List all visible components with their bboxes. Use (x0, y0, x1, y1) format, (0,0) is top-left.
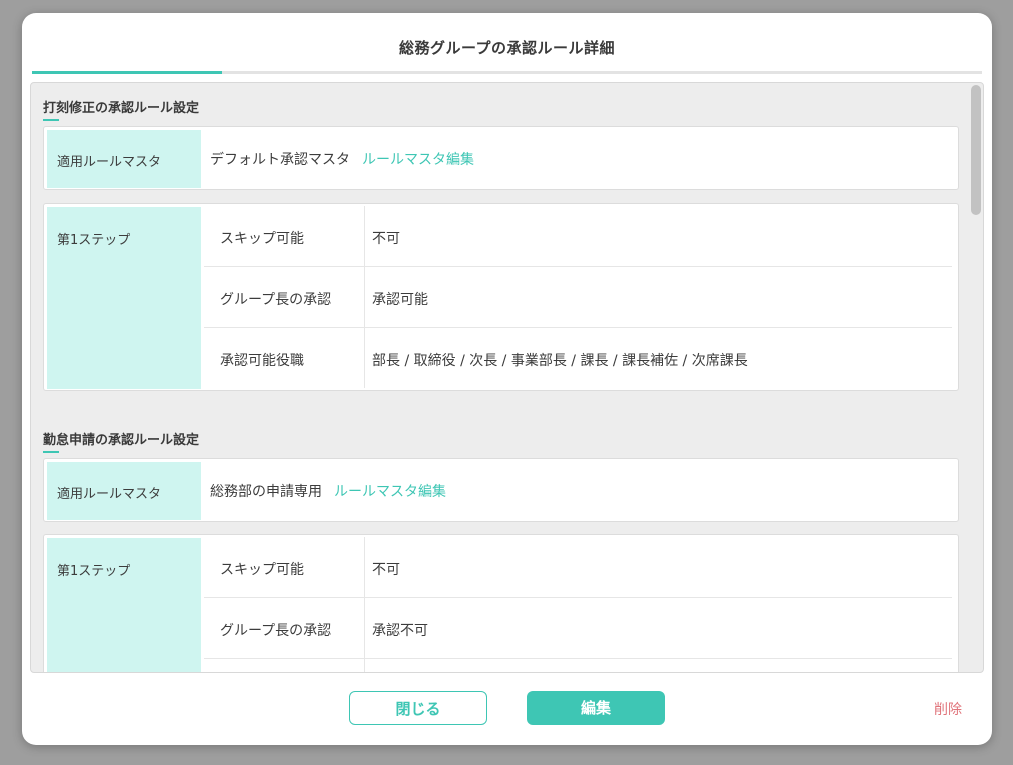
master-value: デフォルト承認マスタ (210, 152, 350, 168)
section-title-accent (43, 119, 59, 121)
section-title-attendance-request: 勤怠申請の承認ルール設定 (43, 429, 200, 453)
step-row-value: 承認不可 (372, 623, 428, 639)
step-row: スキップ可能 不可 (204, 537, 952, 598)
step-row: グループ長の承認 承認可能 (204, 267, 952, 328)
step-row-value: 部長 / 取締役 / 次長 / 事業部長 / 課長 / 課長補佐 / 次席課長 (372, 353, 748, 369)
section-title-timestamp-correction: 打刻修正の承認ルール設定 (43, 97, 200, 121)
section-title-accent (43, 451, 59, 453)
master-label-cell: 適用ルールマスタ (47, 130, 201, 188)
step-card: 第1ステップ スキップ可能 不可 グループ長の承認 承認不可 (43, 534, 959, 672)
step-label-cell: 第1ステップ (47, 207, 201, 389)
title-underline (32, 71, 982, 74)
step-row-divider (364, 537, 365, 597)
edit-button[interactable]: 編集 (527, 691, 665, 725)
close-button[interactable]: 閉じる (349, 691, 487, 725)
master-value: 総務部の申請専用 (210, 484, 322, 500)
master-label-cell: 適用ルールマスタ (47, 462, 201, 520)
step-row-divider (364, 659, 365, 672)
modal-title: 総務グループの承認ルール詳細 (398, 39, 616, 57)
rule-master-edit-link[interactable]: ルールマスタ編集 (362, 152, 474, 168)
step-row-divider (364, 328, 365, 388)
step-row: 承認可能役職 部長 / 取締役 / 次長 / 事業部長 / 課長 / 課長補佐 … (204, 328, 952, 388)
master-value-group: デフォルト承認マスタ ルールマスタ編集 (210, 149, 474, 169)
step-label-cell: 第1ステップ (47, 538, 201, 672)
step-label: 第1ステップ (57, 233, 131, 248)
master-card: 適用ルールマスタ 総務部の申請専用 ルールマスタ編集 (43, 458, 959, 522)
step-row-key: 承認可能役職 (220, 353, 304, 369)
title-underline-accent (32, 71, 222, 74)
master-label: 適用ルールマスタ (57, 155, 162, 170)
master-label: 適用ルールマスタ (57, 487, 162, 502)
step-row: スキップ可能 不可 (204, 206, 952, 267)
section-title-text: 勤怠申請の承認ルール設定 (43, 433, 200, 448)
step-row-key: スキップ可能 (220, 562, 304, 578)
scroll-panel[interactable]: 打刻修正の承認ルール設定 適用ルールマスタ デフォルト承認マスタ ルールマスタ編集… (30, 82, 984, 673)
step-row-value: 承認可能 (372, 292, 428, 308)
step-row-divider (364, 206, 365, 266)
step-row-divider (364, 598, 365, 658)
step-card: 第1ステップ スキップ可能 不可 グループ長の承認 承認可能 承認可能役職 部長… (43, 203, 959, 391)
step-row-value: 不可 (372, 562, 400, 578)
step-row: グループ長の承認 承認不可 (204, 598, 952, 659)
approval-rule-detail-modal: 総務グループの承認ルール詳細 打刻修正の承認ルール設定 適用ルールマスタ デフォ… (22, 13, 992, 745)
delete-link[interactable]: 削除 (934, 699, 962, 719)
rule-master-edit-link[interactable]: ルールマスタ編集 (334, 484, 446, 500)
step-row-value: 不可 (372, 231, 400, 247)
master-card: 適用ルールマスタ デフォルト承認マスタ ルールマスタ編集 (43, 126, 959, 190)
step-row-key: グループ長の承認 (220, 623, 332, 639)
step-label: 第1ステップ (57, 564, 131, 579)
master-value-group: 総務部の申請専用 ルールマスタ編集 (210, 481, 446, 501)
scrollbar-thumb[interactable] (971, 85, 981, 215)
step-row-key: スキップ可能 (220, 231, 304, 247)
step-row-divider (364, 267, 365, 327)
step-row (204, 659, 952, 672)
section-title-text: 打刻修正の承認ルール設定 (43, 101, 200, 116)
scrollbar[interactable] (971, 85, 981, 670)
step-row-key: グループ長の承認 (220, 292, 332, 308)
